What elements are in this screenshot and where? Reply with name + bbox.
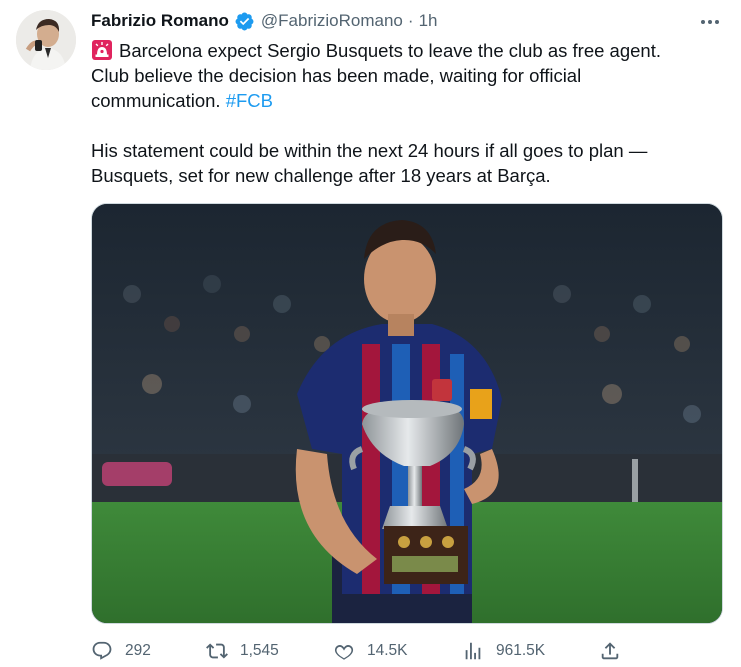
author-name[interactable]: Fabrizio Romano xyxy=(91,11,229,31)
tweet-line-5: Busquets, set for new challenge after 18… xyxy=(91,165,551,186)
reply-count: 292 xyxy=(125,642,151,659)
retweet-icon xyxy=(206,643,228,659)
views-icon xyxy=(465,642,481,660)
tweet-line-2: Club believe the decision has been made,… xyxy=(91,65,582,86)
views-count: 961.5K xyxy=(496,642,546,659)
tweet-line-3: communication. xyxy=(91,90,226,111)
reply-button[interactable]: 292 xyxy=(91,640,151,662)
photo-busquets-trophy xyxy=(92,204,722,623)
verified-badge-icon xyxy=(235,12,254,30)
police-siren-icon xyxy=(92,40,112,60)
views-button[interactable]: 961.5K xyxy=(462,640,545,662)
like-button[interactable]: 14.5K xyxy=(333,640,408,662)
avatar[interactable] xyxy=(16,10,76,70)
separator-dot: · xyxy=(407,11,414,30)
reply-icon xyxy=(92,641,112,660)
tweet[interactable]: Fabrizio Romano @FabrizioRomano · 1h Bar… xyxy=(0,0,741,667)
action-bar: 292 1,545 14.5K 961.5K xyxy=(91,640,723,666)
like-icon xyxy=(334,645,354,660)
like-count: 14.5K xyxy=(367,642,408,659)
share-button[interactable] xyxy=(599,640,621,662)
tweet-header: Fabrizio Romano @FabrizioRomano · 1h xyxy=(91,10,437,32)
tweet-photo[interactable] xyxy=(91,203,723,624)
more-icon[interactable] xyxy=(697,10,723,34)
share-icon xyxy=(601,642,619,660)
retweet-button[interactable]: 1,545 xyxy=(206,640,279,662)
hashtag-link[interactable]: #FCB xyxy=(226,90,273,111)
tweet-line-1: Barcelona expect Sergio Busquets to leav… xyxy=(119,40,661,61)
retweet-count: 1,545 xyxy=(240,642,279,659)
tweet-line-4: His statement could be within the next 2… xyxy=(91,140,648,161)
timestamp[interactable]: 1h xyxy=(419,11,438,31)
author-handle[interactable]: @FabrizioRomano xyxy=(261,11,403,31)
tweet-text: Barcelona expect Sergio Busquets to leav… xyxy=(91,38,711,188)
